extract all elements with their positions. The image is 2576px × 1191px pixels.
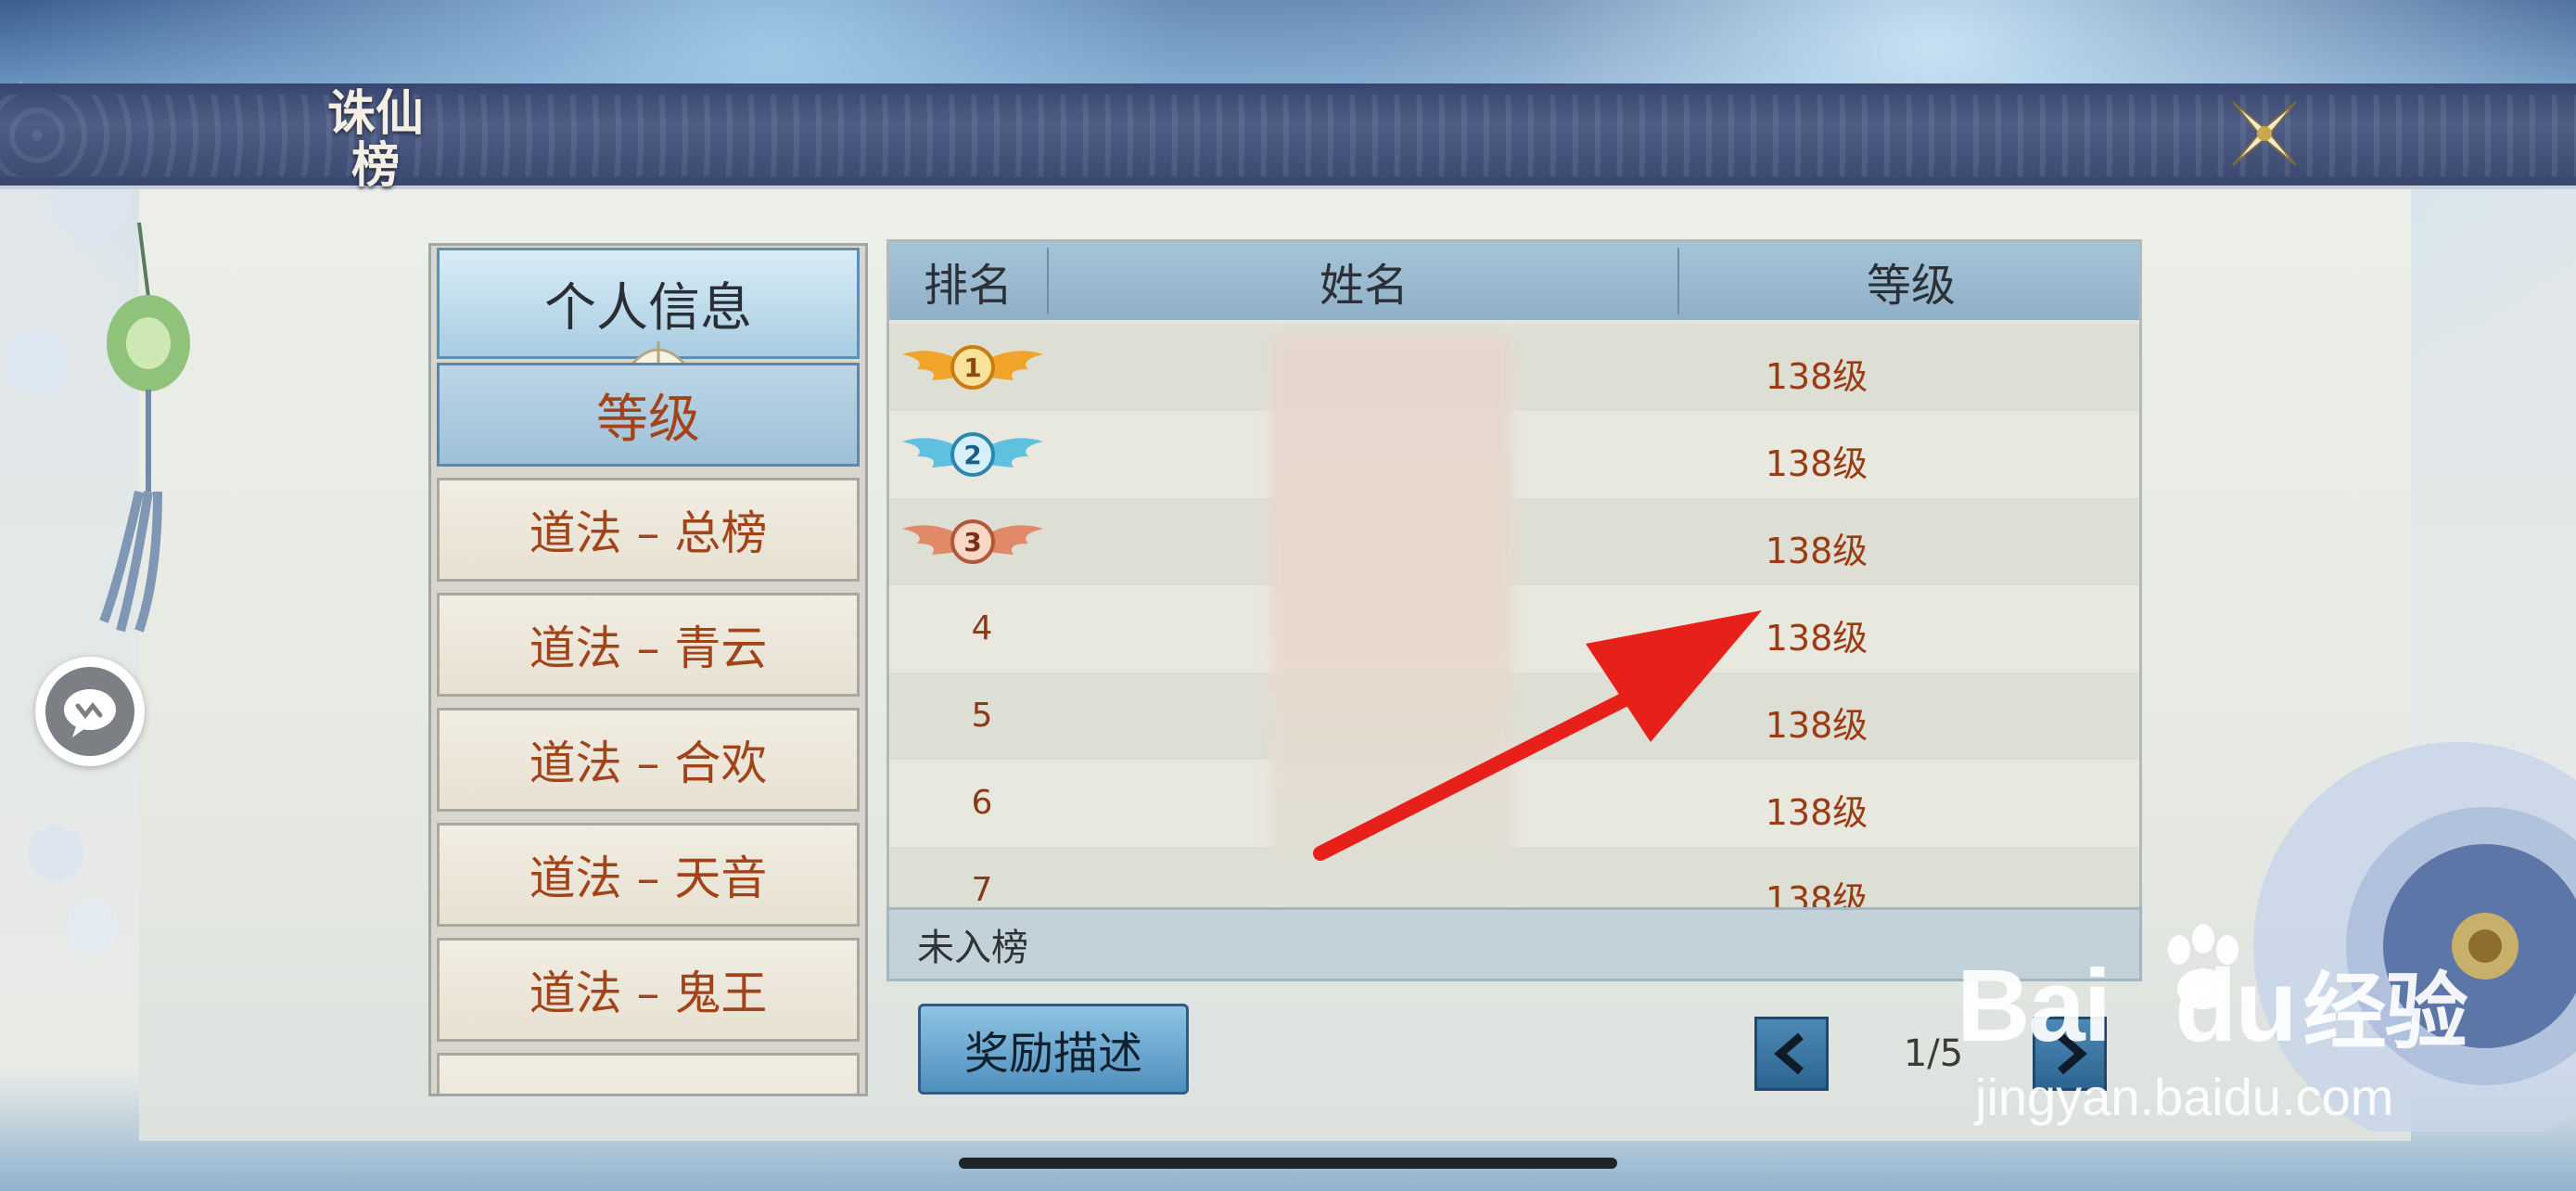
- rank-number: 3: [963, 527, 981, 557]
- tab-dao-tianyin[interactable]: 道法 – 天音: [437, 823, 860, 927]
- home-indicator[interactable]: [959, 1158, 1617, 1169]
- tab-label: 道法 – 天音: [529, 852, 768, 905]
- red-pointer-arrow: [1313, 610, 1762, 861]
- chevron-left-icon: [1774, 1032, 1804, 1075]
- crossed-blades-icon[interactable]: [2225, 95, 2303, 173]
- reward-description-button[interactable]: 奖励描述: [918, 1004, 1189, 1095]
- tab-personal-info[interactable]: 个人信息: [437, 248, 860, 375]
- baidu-watermark: Bai du经验 jingyan.baidu.com: [1957, 918, 2569, 1141]
- tab-label: 道法 – 鬼王: [529, 967, 768, 1020]
- header-rank: 排名: [923, 260, 1013, 312]
- tab-dao-qingyun[interactable]: 道法 – 青云: [437, 593, 860, 697]
- rank-number: 5: [971, 697, 993, 735]
- tab-label: 个人信息: [544, 277, 752, 339]
- rank-number: 6: [971, 784, 993, 822]
- self-rank-status: 未入榜: [886, 907, 2142, 981]
- title-text: 诛仙榜: [326, 85, 424, 194]
- tab-label: 等级: [596, 389, 700, 450]
- tab-level[interactable]: 等级: [437, 363, 860, 467]
- page-title: 诛仙榜: [315, 88, 436, 192]
- tab-dao-guiwang[interactable]: 道法 – 鬼王: [437, 938, 860, 1042]
- category-tab-list: 个人信息 等级 道法 – 总榜 道法 – 青云 道法 – 合欢 道法 – 天音 …: [428, 243, 868, 1096]
- rank-number: 1: [963, 352, 981, 383]
- rank-number: 7: [971, 871, 993, 909]
- watermark-brand: Bai du经验: [1957, 944, 2468, 1065]
- prev-page-button[interactable]: [1754, 1017, 1829, 1091]
- table-row[interactable]: 1 138级: [889, 324, 2139, 411]
- chat-float-button[interactable]: [35, 657, 145, 766]
- tab-label: 道法 – 合欢: [529, 736, 768, 790]
- silver-wing-medal-icon: 2: [902, 432, 1043, 477]
- rank-number: 4: [971, 609, 993, 647]
- level-value: 138级: [1765, 443, 1868, 484]
- level-value: 138级: [1765, 531, 1868, 571]
- bronze-wing-medal-icon: 3: [902, 519, 1043, 564]
- tab-label: 道法 – 青云: [529, 621, 768, 675]
- jade-pendant-decoration: [6, 81, 190, 954]
- table-header: 排名 姓名 等级: [889, 242, 2139, 320]
- reward-button-label: 奖励描述: [963, 1028, 1142, 1080]
- tab-dao-hehuan[interactable]: 道法 – 合欢: [437, 708, 860, 812]
- brand-part-a: Bai: [1957, 949, 2111, 1063]
- gold-wing-medal-icon: 1: [902, 345, 1043, 390]
- chat-bubble-icon: [45, 667, 134, 756]
- self-rank-text: 未入榜: [917, 927, 1028, 969]
- level-value: 138级: [1765, 356, 1868, 397]
- brand-part-b: du: [2174, 949, 2297, 1063]
- table-row[interactable]: 3 138级: [889, 498, 2139, 585]
- watermark-url: jingyan.baidu.com: [1975, 1068, 2394, 1126]
- brand-cn: 经验: [2302, 967, 2468, 1059]
- header-level: 等级: [1866, 260, 1956, 312]
- tab-more[interactable]: [437, 1053, 860, 1094]
- table-row[interactable]: 2 138级: [889, 411, 2139, 498]
- tab-label: 道法 – 总榜: [529, 506, 768, 560]
- header-name: 姓名: [1319, 260, 1409, 312]
- rank-number: 2: [963, 440, 981, 470]
- tab-dao-overall[interactable]: 道法 – 总榜: [437, 478, 860, 582]
